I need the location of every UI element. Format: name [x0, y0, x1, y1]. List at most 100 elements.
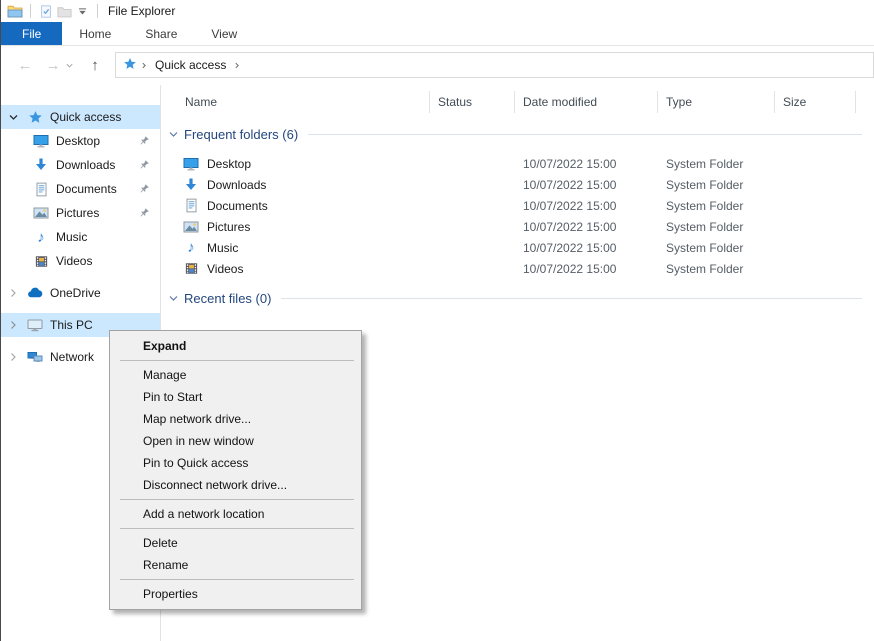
menu-separator	[120, 360, 354, 361]
file-type: System Folder	[658, 241, 775, 255]
chevron-right-icon[interactable]	[8, 352, 19, 362]
chevron-down-icon[interactable]	[8, 112, 19, 123]
file-row-desktop[interactable]: Desktop 10/07/2022 15:00 System Folder	[161, 153, 874, 174]
breadcrumb-chevron-icon[interactable]	[140, 61, 148, 70]
downloads-icon	[33, 157, 49, 173]
sidebar-item-pictures[interactable]: Pictures	[1, 201, 160, 225]
file-type: System Folder	[658, 157, 775, 171]
column-header-status[interactable]: Status	[430, 91, 515, 113]
breadcrumb[interactable]: Quick access	[155, 58, 226, 72]
group-label: Recent files (0)	[184, 291, 271, 306]
file-name: Documents	[207, 199, 268, 213]
file-name: Music	[207, 241, 238, 255]
menu-item-rename[interactable]: Rename	[110, 554, 361, 576]
column-header-name[interactable]: Name	[161, 91, 430, 113]
file-row-videos[interactable]: Videos 10/07/2022 15:00 System Folder	[161, 258, 874, 279]
breadcrumb-chevron-icon[interactable]	[233, 61, 241, 70]
recent-locations-chevron-icon[interactable]	[65, 61, 77, 70]
menu-separator	[120, 579, 354, 580]
tab-view[interactable]: View	[194, 22, 254, 45]
new-folder-qat-icon[interactable]	[55, 3, 73, 19]
menu-item-pin-to-quick-access[interactable]: Pin to Quick access	[110, 452, 361, 474]
file-type: System Folder	[658, 178, 775, 192]
menu-item-manage[interactable]: Manage	[110, 364, 361, 386]
file-type: System Folder	[658, 199, 775, 213]
menu-item-add-network-location[interactable]: Add a network location	[110, 503, 361, 525]
sidebar-item-label: This PC	[50, 318, 93, 332]
menu-separator	[120, 499, 354, 500]
pin-icon	[138, 159, 150, 171]
group-divider	[308, 134, 862, 135]
menu-item-disconnect-network-drive[interactable]: Disconnect network drive...	[110, 474, 361, 496]
menu-item-open-in-new-window[interactable]: Open in new window	[110, 430, 361, 452]
group-divider	[281, 298, 862, 299]
tab-file[interactable]: File	[1, 22, 62, 45]
chevron-right-icon[interactable]	[8, 288, 19, 298]
up-icon[interactable]: ↑	[85, 58, 105, 73]
sidebar-item-label: Pictures	[56, 206, 99, 220]
file-row-documents[interactable]: Documents 10/07/2022 15:00 System Folder	[161, 195, 874, 216]
chevron-down-icon[interactable]	[168, 293, 179, 304]
music-icon: ♪	[183, 240, 199, 256]
desktop-icon	[33, 133, 49, 149]
file-row-downloads[interactable]: Downloads 10/07/2022 15:00 System Folder	[161, 174, 874, 195]
window-title: File Explorer	[108, 4, 175, 18]
quick-access-star-icon	[123, 57, 137, 74]
file-name: Pictures	[207, 220, 250, 234]
sidebar-item-downloads[interactable]: Downloads	[1, 153, 160, 177]
pin-icon	[138, 207, 150, 219]
column-header-type[interactable]: Type	[658, 91, 775, 113]
group-header-recent-files[interactable]: Recent files (0)	[161, 288, 874, 308]
menu-item-properties[interactable]: Properties	[110, 583, 361, 605]
menu-separator	[120, 528, 354, 529]
downloads-icon	[183, 177, 199, 193]
sidebar-item-label: OneDrive	[50, 286, 101, 300]
file-date-modified: 10/07/2022 15:00	[515, 199, 658, 213]
onedrive-cloud-icon	[27, 285, 43, 301]
sidebar-item-label: Videos	[56, 254, 92, 268]
menu-item-expand[interactable]: Expand	[110, 335, 361, 357]
title-bar: File Explorer	[1, 0, 874, 22]
back-icon[interactable]: ←	[15, 58, 35, 73]
ribbon-tabs: File Home Share View	[1, 22, 874, 46]
documents-icon	[183, 198, 199, 214]
sidebar-item-documents[interactable]: Documents	[1, 177, 160, 201]
chevron-right-icon[interactable]	[8, 320, 19, 330]
sidebar-item-music[interactable]: ♪ Music	[1, 225, 160, 249]
videos-icon	[183, 261, 199, 277]
sidebar-item-label: Documents	[56, 182, 117, 196]
sidebar-item-desktop[interactable]: Desktop	[1, 129, 160, 153]
videos-icon	[33, 253, 49, 269]
file-date-modified: 10/07/2022 15:00	[515, 241, 658, 255]
group-label: Frequent folders (6)	[184, 127, 298, 142]
pin-icon	[138, 135, 150, 147]
menu-item-map-network-drive[interactable]: Map network drive...	[110, 408, 361, 430]
customize-toolbar-icon[interactable]	[73, 3, 91, 19]
sidebar-item-videos[interactable]: Videos	[1, 249, 160, 273]
explorer-logo-icon	[6, 3, 24, 19]
group-header-frequent-folders[interactable]: Frequent folders (6)	[161, 124, 874, 144]
file-date-modified: 10/07/2022 15:00	[515, 220, 658, 234]
tab-home[interactable]: Home	[62, 22, 128, 45]
pin-icon	[138, 183, 150, 195]
menu-item-pin-to-start[interactable]: Pin to Start	[110, 386, 361, 408]
pictures-icon	[183, 219, 199, 235]
sidebar-item-quick-access[interactable]: Quick access	[1, 105, 160, 129]
forward-icon[interactable]: →	[43, 58, 63, 73]
file-name: Downloads	[207, 178, 266, 192]
column-header-date-modified[interactable]: Date modified	[515, 91, 658, 113]
column-header-size[interactable]: Size	[775, 91, 856, 113]
file-explorer-window: File Explorer File Home Share View ← → ↑…	[0, 0, 874, 641]
sidebar-item-onedrive[interactable]: OneDrive	[1, 281, 160, 305]
menu-item-delete[interactable]: Delete	[110, 532, 361, 554]
properties-qat-icon[interactable]	[37, 3, 55, 19]
file-row-pictures[interactable]: Pictures 10/07/2022 15:00 System Folder	[161, 216, 874, 237]
chevron-down-icon[interactable]	[168, 129, 179, 140]
file-row-music[interactable]: ♪ Music 10/07/2022 15:00 System Folder	[161, 237, 874, 258]
qat-separator	[30, 4, 31, 18]
this-pc-icon	[27, 317, 43, 333]
tab-share[interactable]: Share	[128, 22, 194, 45]
sidebar-item-label: Downloads	[56, 158, 115, 172]
address-bar[interactable]: Quick access	[115, 52, 874, 78]
file-type: System Folder	[658, 220, 775, 234]
